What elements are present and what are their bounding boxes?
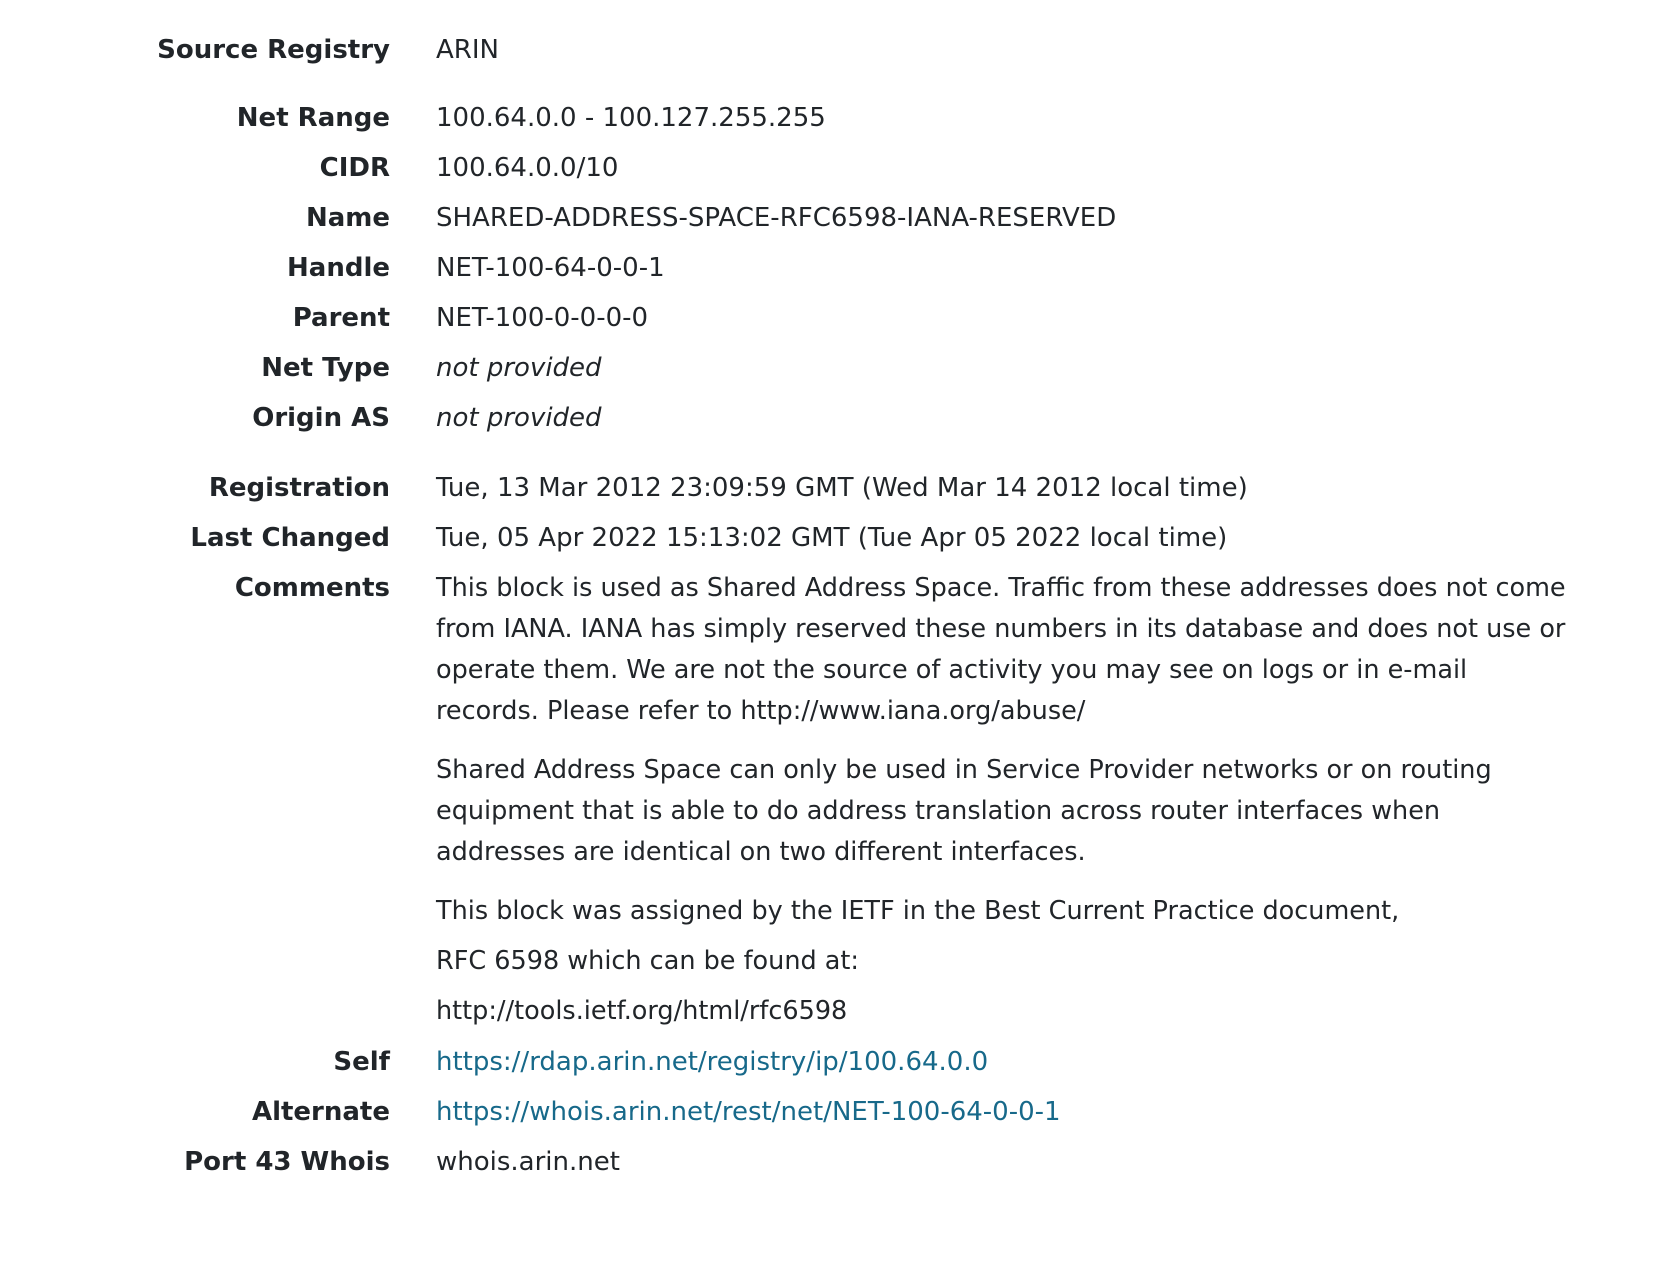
- row-net-range: Net Range 100.64.0.0 - 100.127.255.255: [0, 100, 1666, 136]
- row-source-registry: Source Registry ARIN: [0, 32, 1666, 68]
- rdap-network-details: Source Registry ARIN Net Range 100.64.0.…: [0, 0, 1666, 1264]
- row-alternate: Alternate https://whois.arin.net/rest/ne…: [0, 1094, 1666, 1130]
- net-range-value: 100.64.0.0 - 100.127.255.255: [436, 103, 826, 133]
- field-label: Comments: [234, 573, 390, 603]
- alternate-value-wrapper: https://whois.arin.net/rest/net/NET-100-…: [436, 1094, 1566, 1130]
- row-origin-as: Origin AS not provided: [0, 400, 1666, 436]
- field-label: Port 43 Whois: [184, 1147, 390, 1177]
- self-value-wrapper: https://rdap.arin.net/registry/ip/100.64…: [436, 1044, 1566, 1080]
- row-port43: Port 43 Whois whois.arin.net: [0, 1144, 1666, 1180]
- comment-paragraph: http://tools.ietf.org/html/rfc6598: [436, 996, 848, 1026]
- alternate-link[interactable]: https://whois.arin.net/rest/net/NET-100-…: [436, 1097, 1061, 1127]
- name-value: SHARED-ADDRESS-SPACE-RFC6598-IANA-RESERV…: [436, 203, 1117, 233]
- field-label: Net Range: [236, 103, 390, 133]
- field-label: Self: [333, 1047, 390, 1077]
- row-self: Self https://rdap.arin.net/registry/ip/1…: [0, 1044, 1666, 1080]
- field-label: Name: [305, 203, 390, 233]
- row-last-changed: Last Changed Tue, 05 Apr 2022 15:13:02 G…: [0, 520, 1666, 556]
- row-registration: Registration Tue, 13 Mar 2012 23:09:59 G…: [0, 470, 1666, 506]
- comment-paragraph: RFC 6598 which can be found at:: [436, 946, 859, 976]
- row-cidr: CIDR 100.64.0.0/10: [0, 150, 1666, 186]
- field-label: CIDR: [319, 153, 390, 183]
- origin-as-value: not provided: [436, 403, 602, 433]
- field-label: Alternate: [251, 1097, 390, 1127]
- field-label: Source Registry: [157, 35, 390, 65]
- comment-paragraph: This block is used as Shared Address Spa…: [436, 573, 1566, 726]
- comments-value: This block is used as Shared Address Spa…: [436, 570, 1566, 1032]
- self-link[interactable]: https://rdap.arin.net/registry/ip/100.64…: [436, 1047, 988, 1077]
- row-comments: Comments This block is used as Shared Ad…: [0, 570, 1666, 1032]
- net-type-value: not provided: [436, 353, 602, 383]
- row-name: Name SHARED-ADDRESS-SPACE-RFC6598-IANA-R…: [0, 200, 1666, 236]
- registration-value: Tue, 13 Mar 2012 23:09:59 GMT (Wed Mar 1…: [436, 473, 1248, 503]
- field-label: Registration: [208, 473, 390, 503]
- cidr-value: 100.64.0.0/10: [436, 153, 619, 183]
- field-label: Handle: [287, 253, 390, 283]
- source-registry-value: ARIN: [436, 35, 499, 65]
- field-label: Parent: [292, 303, 390, 333]
- field-label: Origin AS: [252, 403, 390, 433]
- row-parent: Parent NET-100-0-0-0-0: [0, 300, 1666, 336]
- field-label: Last Changed: [190, 523, 390, 553]
- row-net-type: Net Type not provided: [0, 350, 1666, 386]
- comment-paragraph: This block was assigned by the IETF in t…: [436, 896, 1400, 926]
- row-handle: Handle NET-100-64-0-0-1: [0, 250, 1666, 286]
- handle-value: NET-100-64-0-0-1: [436, 253, 665, 283]
- port43-value: whois.arin.net: [436, 1147, 620, 1177]
- last-changed-value: Tue, 05 Apr 2022 15:13:02 GMT (Tue Apr 0…: [436, 523, 1228, 553]
- comment-paragraph: Shared Address Space can only be used in…: [436, 755, 1492, 867]
- field-label: Net Type: [261, 353, 390, 383]
- parent-value: NET-100-0-0-0-0: [436, 303, 649, 333]
